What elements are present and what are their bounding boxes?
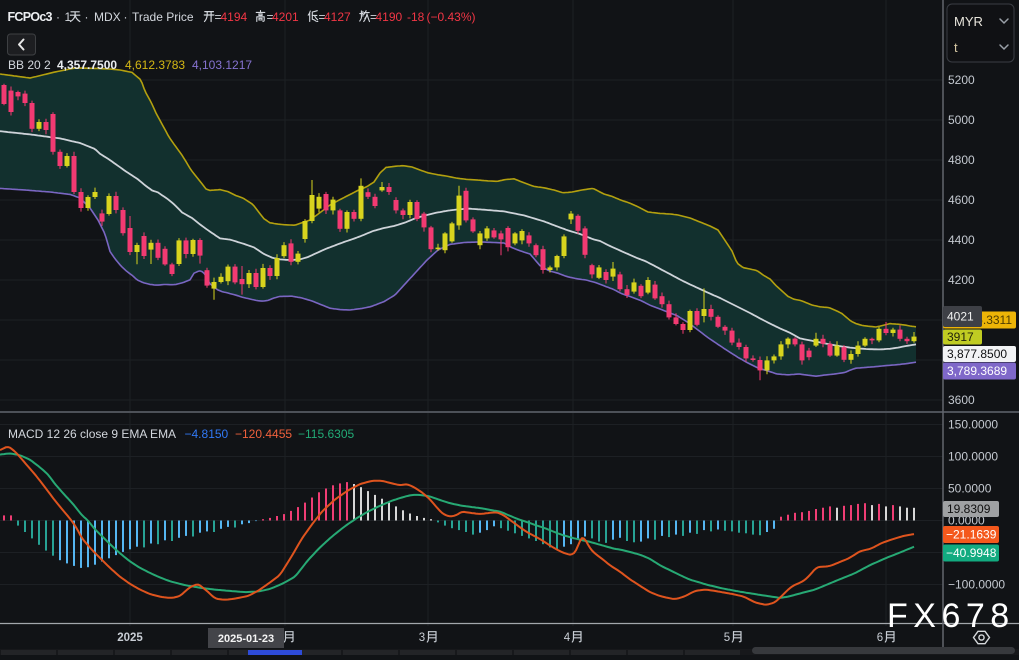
svg-text:4,357.7500: 4,357.7500: [57, 58, 117, 72]
svg-text:-18: -18: [407, 10, 425, 24]
svg-text:(−0.43%): (−0.43%): [427, 10, 476, 24]
svg-text:t: t: [954, 40, 958, 55]
svg-text:−40.9948: −40.9948: [946, 546, 997, 560]
svg-text:3917: 3917: [947, 330, 974, 344]
svg-text:4021: 4021: [947, 310, 974, 324]
svg-text:−115.6305: −115.6305: [298, 427, 354, 441]
svg-text:4,612.3783: 4,612.3783: [125, 58, 185, 72]
svg-text:4200: 4200: [948, 273, 975, 287]
svg-text:4: 4: [564, 632, 571, 644]
svg-text:4194: 4194: [221, 10, 248, 24]
svg-text:5200: 5200: [948, 73, 975, 87]
svg-text:2025-01-23: 2025-01-23: [218, 633, 274, 645]
svg-text:3,877.8500: 3,877.8500: [947, 347, 1007, 361]
svg-text:4127: 4127: [324, 10, 351, 24]
svg-text:4,103.1217: 4,103.1217: [192, 58, 252, 72]
svg-text:100.0000: 100.0000: [948, 450, 998, 464]
svg-text:50.0000: 50.0000: [948, 482, 992, 496]
svg-text:·: ·: [85, 10, 89, 24]
svg-text:−21.1639: −21.1639: [946, 528, 997, 542]
svg-text:BB 20 2: BB 20 2: [8, 58, 51, 72]
svg-text:·: ·: [124, 10, 128, 24]
svg-text:−120.4455: −120.4455: [235, 427, 292, 441]
svg-text:MACD 12 26 close 9 EMA EMA: MACD 12 26 close 9 EMA EMA: [8, 427, 176, 441]
svg-text:3: 3: [419, 632, 425, 644]
svg-text:−100.0000: −100.0000: [948, 578, 1005, 592]
svg-text:5: 5: [724, 632, 730, 644]
svg-text:·: ·: [56, 10, 60, 24]
svg-text:4201: 4201: [272, 10, 299, 24]
svg-text:Trade Price: Trade Price: [132, 10, 194, 24]
svg-text:3,789.3689: 3,789.3689: [947, 364, 1007, 378]
svg-text:MDX: MDX: [94, 10, 121, 24]
svg-text:−4.8150: −4.8150: [185, 427, 229, 441]
svg-text:FCPOc3: FCPOc3: [8, 10, 53, 24]
svg-text:4600: 4600: [948, 193, 975, 207]
svg-text:4800: 4800: [948, 153, 975, 167]
svg-text:FX678: FX678: [887, 597, 1015, 635]
svg-text:150.0000: 150.0000: [948, 418, 998, 432]
svg-text:3600: 3600: [948, 393, 975, 407]
svg-text:MYR: MYR: [954, 14, 983, 29]
svg-text:4400: 4400: [948, 233, 975, 247]
svg-text:2025: 2025: [117, 632, 143, 644]
svg-text:19.8309: 19.8309: [947, 502, 991, 516]
svg-text:6: 6: [877, 632, 883, 644]
svg-text:4190: 4190: [376, 10, 403, 24]
svg-text:5000: 5000: [948, 113, 975, 127]
